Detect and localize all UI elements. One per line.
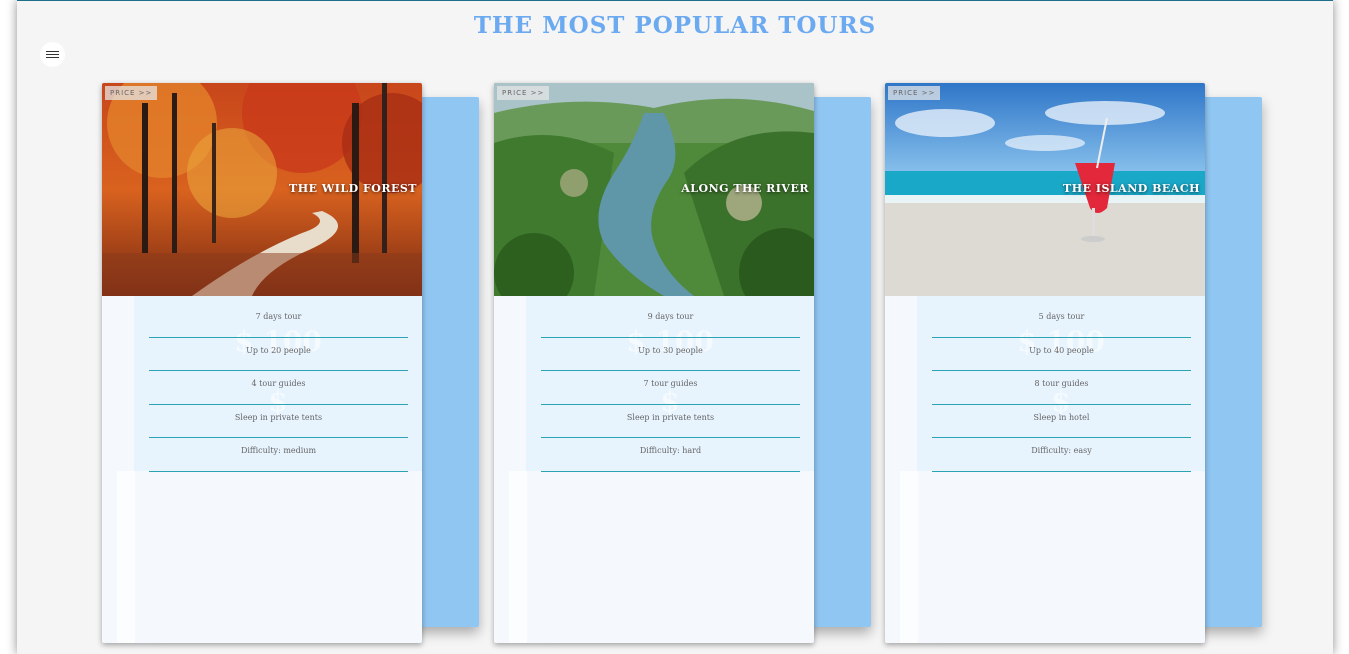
- details-list: 7 days tour Up to 20 people 4 tour guide…: [149, 304, 408, 472]
- list-item: Sleep in private tents: [149, 405, 408, 438]
- ghost-strip: [509, 471, 527, 643]
- list-item: Up to 40 people: [932, 338, 1191, 371]
- river-valley-photo: PRICE >> ALONG THE RIVER: [494, 83, 814, 296]
- list-item: Up to 20 people: [149, 338, 408, 371]
- beach-cocktail-photo: PRICE >> THE ISLAND BEACH: [885, 83, 1205, 296]
- list-item: Difficulty: easy: [932, 438, 1191, 472]
- tour-name: THE WILD FOREST: [289, 182, 417, 195]
- list-item: Up to 30 people: [541, 338, 800, 371]
- ghost-strip: [117, 471, 135, 643]
- hamburger-menu-icon[interactable]: [40, 42, 65, 67]
- list-item: 4 tour guides: [149, 371, 408, 405]
- tour-card-wild-forest[interactable]: PRICE >> THE WILD FOREST $ 100 $ 7 days t…: [102, 83, 482, 643]
- list-item: Sleep in hotel: [932, 405, 1191, 438]
- card-front-face[interactable]: PRICE >> THE WILD FOREST $ 100 $ 7 days t…: [102, 83, 422, 643]
- page-title: THE MOST POPULAR TOURS: [473, 12, 877, 39]
- tour-card-island-beach[interactable]: PRICE >> THE ISLAND BEACH $ 100 $ 5 days …: [885, 83, 1265, 643]
- tour-card-along-the-river[interactable]: PRICE >> ALONG THE RIVER $ 100 $ 9 days t…: [494, 83, 874, 643]
- list-item: 5 days tour: [932, 304, 1191, 338]
- ghost-strip: [900, 471, 918, 643]
- price-button[interactable]: PRICE >>: [497, 86, 550, 100]
- list-item: 7 days tour: [149, 304, 408, 338]
- price-button[interactable]: PRICE >>: [888, 86, 941, 100]
- list-item: Difficulty: medium: [149, 438, 408, 472]
- tour-name: THE ISLAND BEACH: [1063, 182, 1200, 195]
- details-list: 9 days tour Up to 30 people 7 tour guide…: [541, 304, 800, 472]
- tour-name: ALONG THE RIVER: [681, 182, 809, 195]
- list-item: Difficulty: hard: [541, 438, 800, 472]
- list-item: 9 days tour: [541, 304, 800, 338]
- price-button[interactable]: PRICE >>: [105, 86, 158, 100]
- autumn-forest-path-photo: PRICE >> THE WILD FOREST: [102, 83, 422, 296]
- details-list: 5 days tour Up to 40 people 8 tour guide…: [932, 304, 1191, 472]
- list-item: 8 tour guides: [932, 371, 1191, 405]
- page-container: THE MOST POPULAR TOURS PRICE >> THE WILD…: [17, 0, 1333, 654]
- list-item: Sleep in private tents: [541, 405, 800, 438]
- card-front-face[interactable]: PRICE >> THE ISLAND BEACH $ 100 $ 5 days …: [885, 83, 1205, 643]
- list-item: 7 tour guides: [541, 371, 800, 405]
- card-front-face[interactable]: PRICE >> ALONG THE RIVER $ 100 $ 9 days t…: [494, 83, 814, 643]
